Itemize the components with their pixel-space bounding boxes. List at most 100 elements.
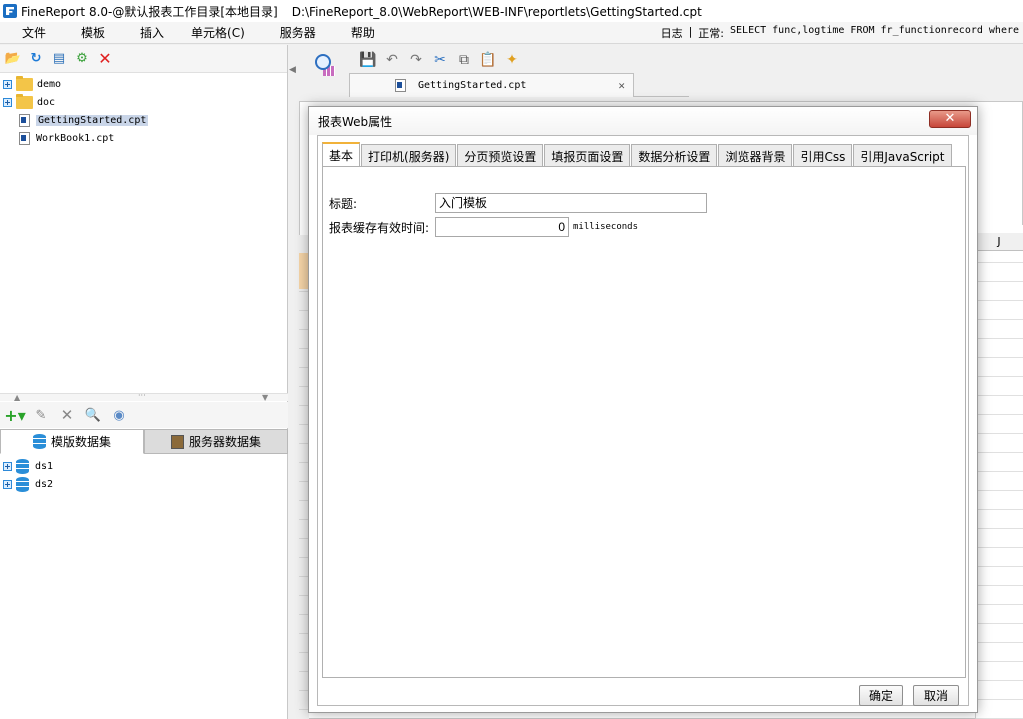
report-file-icon xyxy=(19,131,30,145)
title-field-row: 标题: 入门模板 xyxy=(329,193,707,213)
menu-bar: 文件 模板 插入 单元格(C) 服务器 帮助 日志 | 正常: SELECT f… xyxy=(0,22,1023,44)
new-folder-icon[interactable]: ⚙ xyxy=(73,50,91,68)
magnifier-icon xyxy=(315,54,331,70)
dialog-title: 报表Web属性 xyxy=(318,114,393,129)
tab-css[interactable]: 引用Css xyxy=(793,144,853,167)
ok-button[interactable]: 确定 xyxy=(859,685,903,706)
collapse-down-icon[interactable]: ▼ xyxy=(262,393,268,402)
cut-icon[interactable]: ✂ xyxy=(431,51,449,69)
file-path: D:\FineReport_8.0\WebReport\WEB-INF\repo… xyxy=(291,4,702,19)
preview-button[interactable] xyxy=(313,52,337,80)
cache-unit-label: milliseconds xyxy=(573,222,639,232)
doc-tab-label: GettingStarted.cpt xyxy=(418,79,527,91)
close-icon[interactable]: ✕ xyxy=(929,110,971,128)
title-label: 标题: xyxy=(329,196,358,211)
tree-item-workbook1[interactable]: WorkBook1.cpt xyxy=(0,129,287,147)
tree-item-doc[interactable]: doc xyxy=(0,93,287,111)
paste-icon[interactable]: 📋 xyxy=(479,51,497,69)
log-label[interactable]: 日志 xyxy=(661,25,683,41)
tab-label: 模版数据集 xyxy=(50,435,111,449)
menu-cell[interactable]: 单元格(C) xyxy=(177,24,258,41)
menu-server[interactable]: 服务器 xyxy=(258,24,329,41)
refresh-icon[interactable]: ↻ xyxy=(27,50,45,68)
log-sql-text: SELECT func,logtime FROM fr_functionreco… xyxy=(730,25,1019,36)
open-folder-icon[interactable]: 📂 xyxy=(4,50,22,68)
edit-icon[interactable]: ✎ xyxy=(32,406,50,424)
remove-icon[interactable]: ✕ xyxy=(58,406,76,424)
server-icon xyxy=(170,434,184,449)
redo-icon[interactable]: ↷ xyxy=(407,51,425,69)
dialog-body: 基本 打印机(服务器) 分页预览设置 填报页面设置 数据分析设置 浏览器背景 引… xyxy=(317,135,969,706)
log-separator: | xyxy=(688,25,693,38)
folder-icon xyxy=(16,75,33,91)
file-toolbar: 📂 ↻ ▤ ⚙ ✕ xyxy=(0,45,287,73)
doc-tab-gettingstarted[interactable]: GettingStarted.cpt ✕ xyxy=(349,72,634,97)
menu-template[interactable]: 模板 xyxy=(59,24,118,41)
dataset-label: ds2 xyxy=(35,478,54,490)
expand-icon[interactable] xyxy=(3,461,12,471)
tab-basic[interactable]: 基本 xyxy=(322,142,361,167)
tree-item-label: demo xyxy=(37,78,62,90)
dataset-item-ds2[interactable]: ds2 xyxy=(0,475,288,493)
menu-insert[interactable]: 插入 xyxy=(118,24,177,41)
dataset-toolbar: +▾ ✎ ✕ 🔍 ◉ xyxy=(0,402,288,428)
edit-toolbar: 💾 ↶ ↷ ✂ ⧉ 📋 ✦ xyxy=(359,50,521,70)
tab-page-preview[interactable]: 分页预览设置 xyxy=(457,144,544,167)
database-icon xyxy=(32,434,46,449)
undo-icon[interactable]: ↶ xyxy=(383,51,401,69)
cancel-button[interactable]: 取消 xyxy=(913,685,959,706)
collapse-up-icon[interactable]: ▲ xyxy=(14,393,20,402)
report-file-icon xyxy=(19,113,30,127)
collapse-left-icon[interactable]: ◀ xyxy=(289,65,296,75)
report-file-icon xyxy=(395,78,406,92)
file-tree: demo doc GettingStarted.cpt WorkBook1.cp… xyxy=(0,73,287,147)
database-icon xyxy=(16,476,29,492)
menu-file[interactable]: 文件 xyxy=(0,24,59,41)
add-dataset-icon[interactable]: +▾ xyxy=(4,406,25,425)
tab-javascript[interactable]: 引用JavaScript xyxy=(853,144,952,167)
cache-time-input[interactable]: 0 xyxy=(435,217,569,237)
tab-label: 服务器数据集 xyxy=(188,435,261,449)
dataset-tree: ds1 ds2 xyxy=(0,457,288,493)
tree-item-label: WorkBook1.cpt xyxy=(36,132,115,144)
format-painter-icon[interactable]: ✦ xyxy=(503,51,521,69)
splitter-grip-icon[interactable]: ··· xyxy=(138,391,146,400)
properties-icon[interactable]: ▤ xyxy=(50,50,68,68)
expand-icon[interactable] xyxy=(3,479,12,489)
tab-printer[interactable]: 打印机(服务器) xyxy=(361,144,457,167)
dialog-title-bar: 报表Web属性 xyxy=(309,107,977,135)
dataset-tabs: 模版数据集 服务器数据集 xyxy=(0,429,288,454)
expand-icon[interactable] xyxy=(3,97,12,107)
tab-fill-page[interactable]: 填报页面设置 xyxy=(544,144,631,167)
expand-icon[interactable] xyxy=(3,79,12,89)
tab-template-datasets[interactable]: 模版数据集 xyxy=(0,429,144,454)
tab-server-datasets[interactable]: 服务器数据集 xyxy=(144,429,288,454)
finereport-logo-icon xyxy=(3,4,17,18)
delete-icon[interactable]: ✕ xyxy=(96,49,114,68)
dialog-tabbar: 基本 打印机(服务器) 分页预览设置 填报页面设置 数据分析设置 浏览器背景 引… xyxy=(322,142,953,167)
tree-item-gettingstarted[interactable]: GettingStarted.cpt xyxy=(0,111,287,129)
dataset-label: ds1 xyxy=(35,460,54,472)
dataset-item-ds1[interactable]: ds1 xyxy=(0,457,288,475)
panel-splitter[interactable]: ▲ ··· ▼ xyxy=(0,391,288,402)
close-tab-icon[interactable]: ✕ xyxy=(618,79,625,92)
title-input[interactable]: 入门模板 xyxy=(435,193,707,213)
database-icon xyxy=(16,458,29,474)
save-icon[interactable]: 💾 xyxy=(359,51,377,69)
window-title: FineReport 8.0-@默认报表工作目录[本地目录] D:\FineRep… xyxy=(21,3,702,20)
tree-item-label: doc xyxy=(37,96,56,108)
tab-data-analysis[interactable]: 数据分析设置 xyxy=(631,144,718,167)
column-header-j[interactable]: J xyxy=(975,233,1023,251)
tree-item-demo[interactable]: demo xyxy=(0,75,287,93)
folder-icon xyxy=(16,93,33,109)
title-bar: FineReport 8.0-@默认报表工作目录[本地目录] D:\FineRep… xyxy=(0,0,1023,22)
menu-help[interactable]: 帮助 xyxy=(329,24,388,41)
left-panel: 📂 ↻ ▤ ⚙ ✕ demo doc GettingStarted.cpt Wo… xyxy=(0,45,288,719)
tab-browser-background[interactable]: 浏览器背景 xyxy=(718,144,793,167)
connection-icon[interactable]: ◉ xyxy=(110,406,128,424)
document-tab-strip: GettingStarted.cpt ✕ xyxy=(349,72,689,97)
copy-icon[interactable]: ⧉ xyxy=(455,51,473,69)
preview-icon[interactable]: 🔍 xyxy=(84,406,102,424)
log-status-area: 日志 | 正常: SELECT func,logtime FROM fr_fun… xyxy=(661,25,1019,41)
column-grid xyxy=(975,225,1023,719)
